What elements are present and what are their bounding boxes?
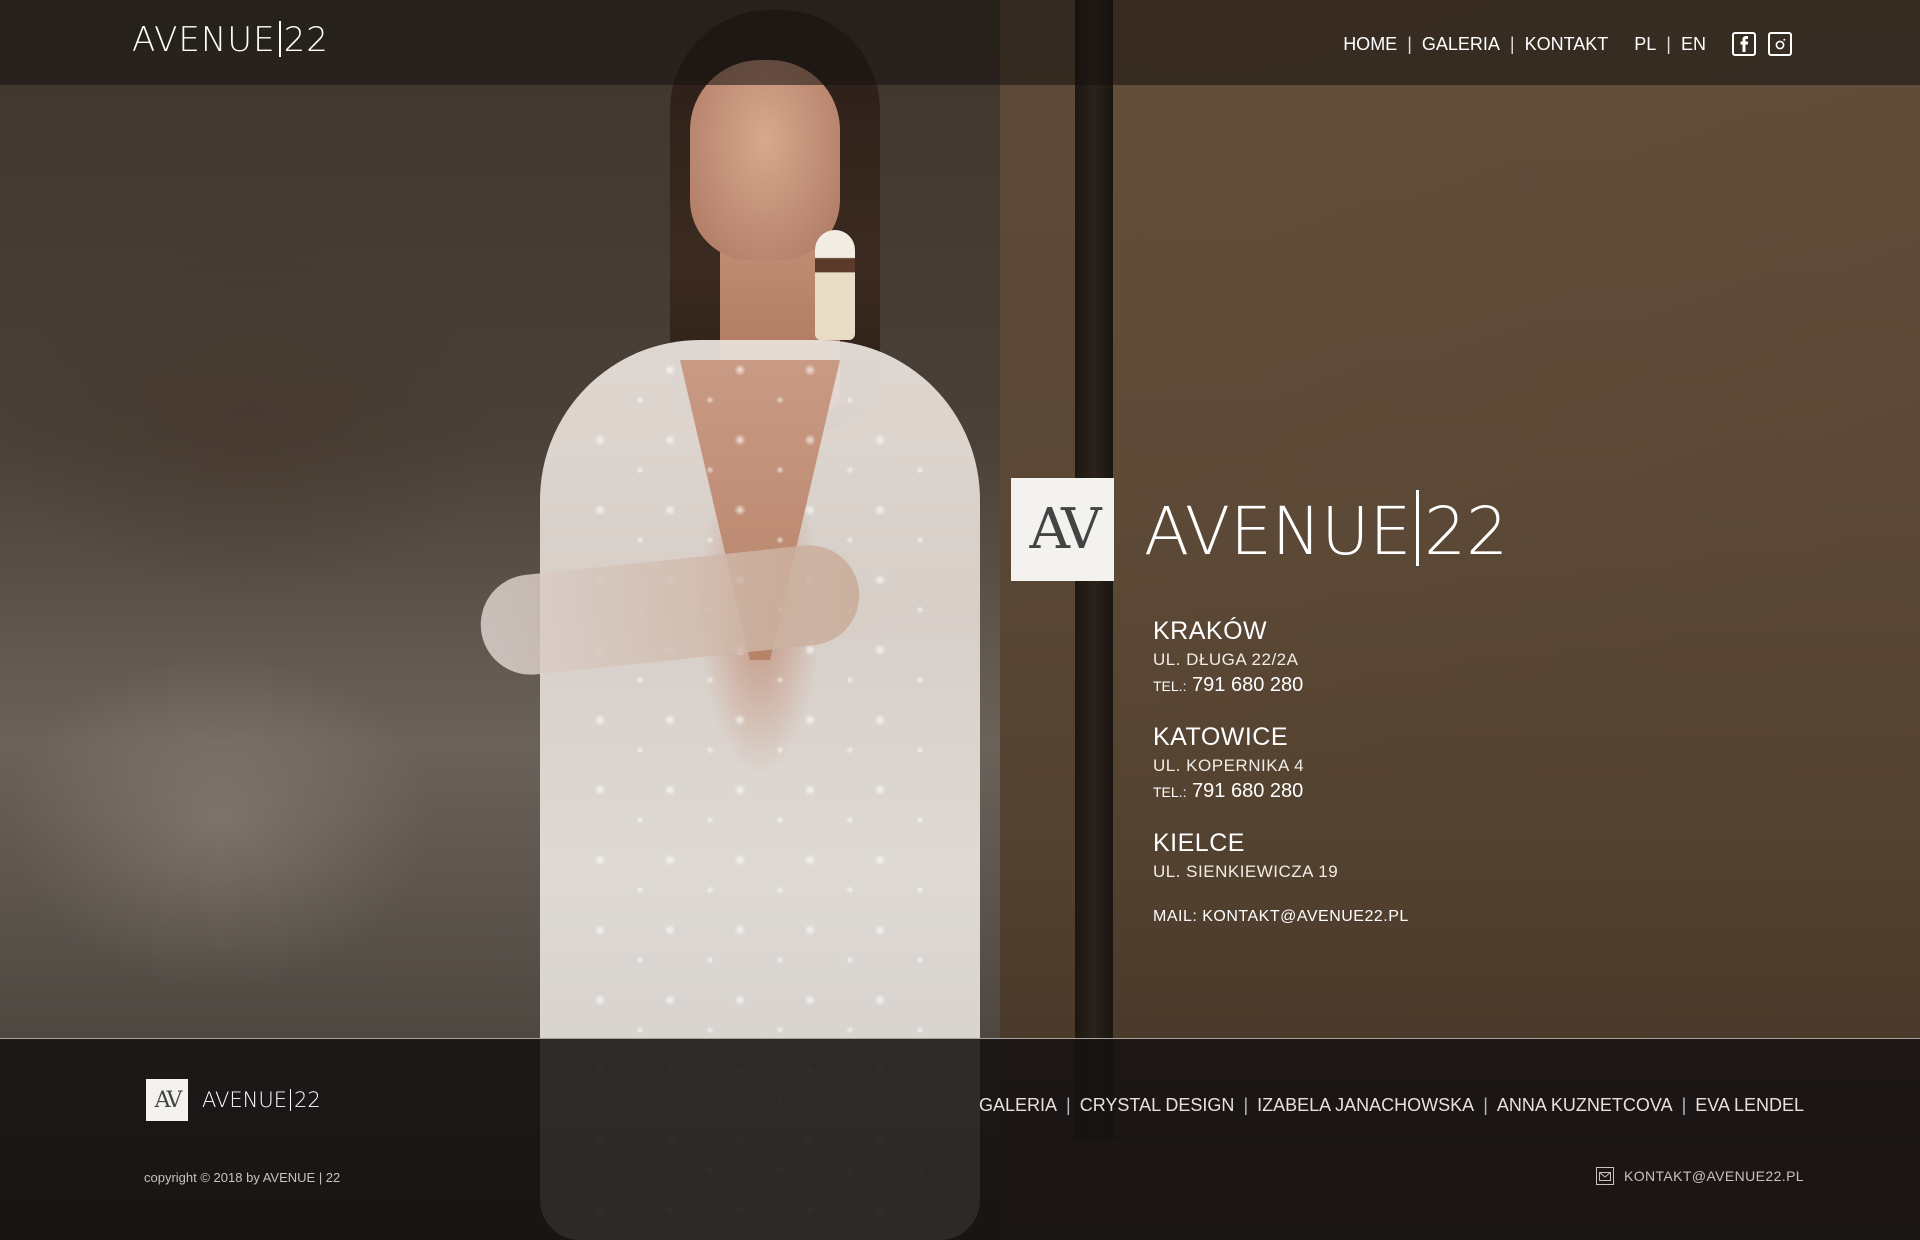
footer-nav-anna-kuznetcova[interactable]: ANNA KUZNETCOVA: [1497, 1095, 1673, 1116]
contact-info: KRAKÓW UL. DŁUGA 22/2A TEL.: 791 680 280…: [1153, 617, 1409, 926]
location-katowice: KATOWICE UL. KOPERNIKA 4 TEL.: 791 680 2…: [1153, 723, 1409, 803]
address: UL. KOPERNIKA 4: [1153, 756, 1305, 775]
tel-label: TEL.:: [1153, 784, 1187, 800]
footer-nav-eva-lendel[interactable]: EVA LENDEL: [1695, 1095, 1804, 1116]
phone[interactable]: TEL.: 791 680 280: [1153, 674, 1409, 697]
tel-number: 791 680 280: [1192, 780, 1304, 802]
model-face: [690, 60, 840, 260]
lang-en[interactable]: EN: [1681, 34, 1706, 55]
address: UL. SIENKIEWICZA 19: [1153, 862, 1339, 881]
footer-nav-crystal-design[interactable]: CRYSTAL DESIGN: [1080, 1095, 1235, 1116]
footer-divider: |: [1681, 1095, 1687, 1115]
footer-brand-right: 22: [294, 1088, 321, 1112]
footer-brand-separator: [290, 1089, 292, 1111]
tassel-earring: [815, 230, 855, 340]
city-name: KRAKÓW: [1153, 617, 1268, 645]
contact-mail[interactable]: MAIL: KONTAKT@AVENUE22.PL: [1153, 908, 1409, 926]
nav-galeria[interactable]: GALERIA: [1422, 34, 1500, 55]
footer-brand-left: AVENUE: [202, 1088, 288, 1112]
social-links: [1732, 32, 1792, 56]
header-logo[interactable]: AVENUE 22: [132, 20, 329, 60]
footer-divider: |: [1066, 1095, 1071, 1115]
hero-brand-right: 22: [1424, 492, 1509, 570]
lang-pl[interactable]: PL: [1634, 34, 1656, 55]
footer-brand: AVENUE 22: [202, 1088, 321, 1112]
footer-nav: GALERIA | CRYSTAL DESIGN | IZABELA JANAC…: [979, 1095, 1804, 1116]
hero-brand-left: AVENUE: [1144, 492, 1412, 570]
footer-divider: |: [1243, 1095, 1249, 1115]
facebook-icon[interactable]: [1732, 32, 1756, 56]
footer-divider: |: [1483, 1095, 1488, 1115]
header-brand-left: AVENUE: [132, 20, 276, 60]
lang-divider: |: [1666, 33, 1671, 54]
main-nav: HOME | GALERIA | KONTAKT PL | EN: [1343, 32, 1792, 56]
av-monogram: AV: [1011, 478, 1114, 581]
hero-brand: AVENUE 22: [1144, 489, 1509, 570]
phone[interactable]: TEL.: 791 680 280: [1153, 780, 1409, 803]
envelope-icon: [1595, 1167, 1614, 1185]
nav-divider: |: [1509, 33, 1515, 54]
nav-divider: |: [1407, 33, 1412, 54]
location-kielce: KIELCE UL. SIENKIEWICZA 19: [1153, 829, 1409, 882]
hero-brand-separator: [1416, 489, 1420, 566]
location-krakow: KRAKÓW UL. DŁUGA 22/2A TEL.: 791 680 280: [1153, 617, 1409, 697]
site-footer: AV AVENUE 22 GALERIA | CRYSTAL DESIGN | I…: [0, 1038, 1920, 1240]
footer-logo[interactable]: AV AVENUE 22: [146, 1079, 321, 1121]
footer-av-monogram: AV: [146, 1079, 188, 1121]
address: UL. DŁUGA 22/2A: [1153, 650, 1299, 669]
header-brand-right: 22: [283, 20, 329, 60]
footer-mail-link[interactable]: KONTAKT@AVENUE22.PL: [1595, 1167, 1804, 1185]
city-name: KIELCE: [1153, 829, 1245, 857]
nav-home[interactable]: HOME: [1343, 34, 1397, 55]
footer-mail-text: KONTAKT@AVENUE22.PL: [1623, 1168, 1804, 1184]
nav-kontakt[interactable]: KONTAKT: [1525, 34, 1609, 55]
footer-av-text: AV: [154, 1087, 183, 1113]
hero-logo: AV AVENUE 22: [1011, 478, 1508, 581]
footer-nav-izabela-janachowska[interactable]: IZABELA JANACHOWSKA: [1257, 1095, 1474, 1116]
instagram-icon[interactable]: [1768, 32, 1792, 56]
site-header: AVENUE 22 HOME | GALERIA | KONTAKT PL | E…: [0, 0, 1920, 85]
footer-nav-galeria[interactable]: GALERIA: [979, 1095, 1057, 1116]
city-name: KATOWICE: [1153, 723, 1289, 751]
copyright: copyright © 2018 by AVENUE | 22: [144, 1170, 341, 1185]
logo-separator: [278, 21, 281, 57]
mail-address: KONTAKT@AVENUE22.PL: [1202, 908, 1409, 925]
tel-number: 791 680 280: [1192, 674, 1304, 696]
tel-label: TEL.:: [1153, 678, 1187, 694]
av-monogram-text: AV: [1029, 497, 1101, 562]
mail-label: MAIL:: [1153, 908, 1198, 925]
